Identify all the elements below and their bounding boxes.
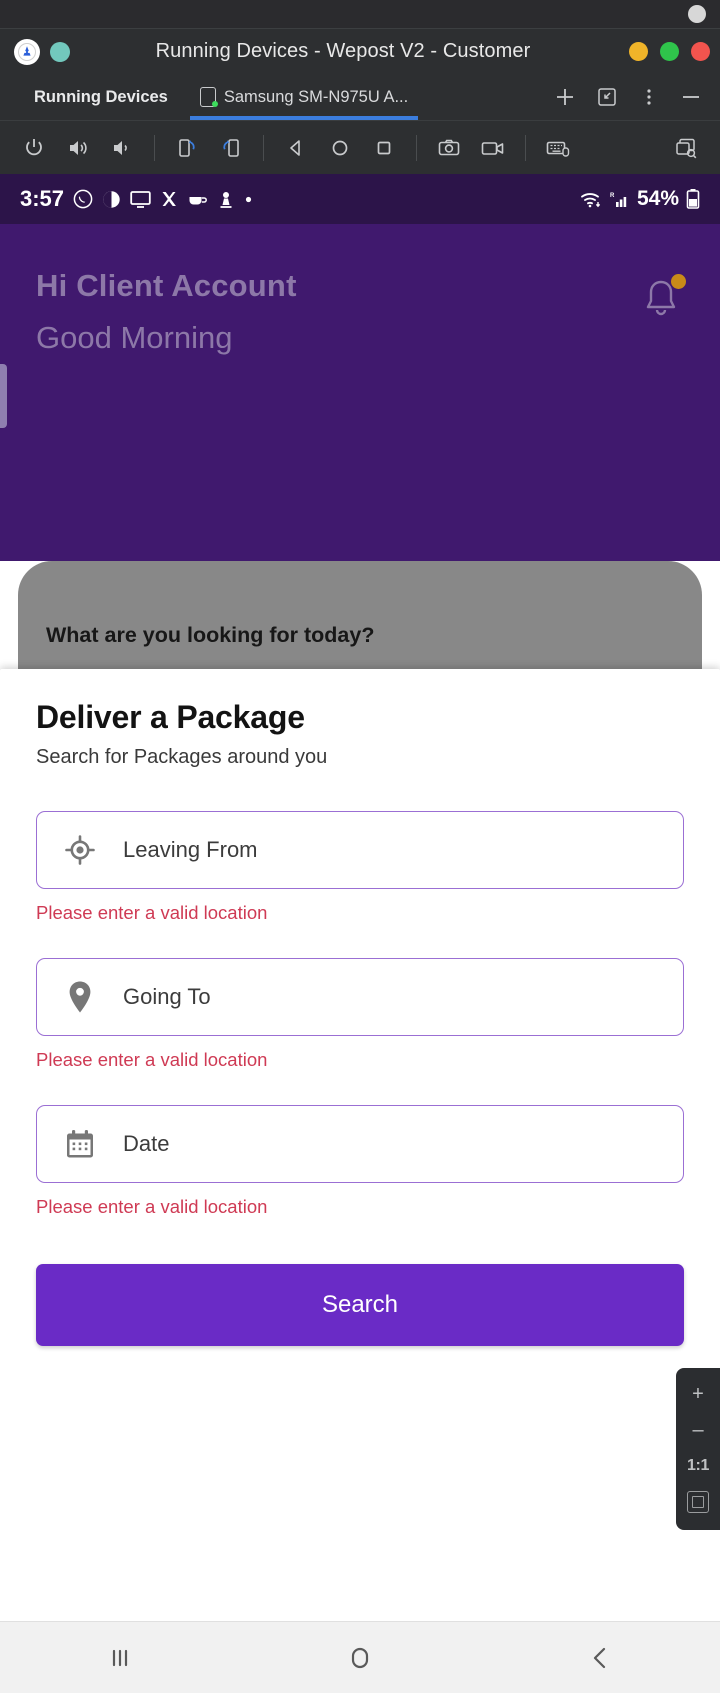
greeting-title: Hi Client Account — [36, 268, 297, 303]
date-field[interactable]: Date — [36, 1105, 684, 1183]
going-to-field[interactable]: Going To — [36, 958, 684, 1036]
toolbar-divider — [416, 134, 417, 161]
zoom-fit-button[interactable] — [676, 1484, 720, 1520]
zoom-in-button[interactable]: + — [676, 1376, 720, 1412]
date-placeholder: Date — [123, 1131, 170, 1156]
leaving-from-placeholder: Leaving From — [123, 837, 258, 862]
tab-running-devices[interactable]: Running Devices — [18, 74, 184, 120]
square-overview-icon[interactable] — [364, 128, 404, 168]
device-zoom-controls: + – 1:1 — [676, 1368, 720, 1530]
microscope-icon — [217, 190, 235, 209]
new-tab-button[interactable] — [554, 86, 576, 108]
video-camera-icon[interactable] — [473, 128, 513, 168]
close-button[interactable] — [691, 42, 710, 61]
desktop-indicator-dot — [688, 5, 706, 23]
app-root: Running Devices - Wepost V2 - Customer R… — [0, 0, 720, 1693]
window-titlebar: Running Devices - Wepost V2 - Customer — [0, 28, 720, 74]
more-options-button[interactable] — [638, 86, 660, 108]
fit-screen-icon — [687, 1491, 709, 1513]
notification-badge-dot — [671, 274, 686, 289]
going-to-placeholder: Going To — [123, 984, 211, 1009]
date-error: Please enter a valid location — [36, 1196, 268, 1217]
bell-icon[interactable] — [638, 274, 686, 331]
nav-home-button[interactable] — [240, 1642, 480, 1674]
status-teal-dot — [50, 41, 70, 62]
window-title: Running Devices - Wepost V2 - Customer — [155, 40, 531, 62]
phone-icon — [199, 87, 218, 107]
camera-icon[interactable] — [429, 128, 469, 168]
calendar-icon — [63, 1127, 97, 1161]
statusbar-clock: 3:57 — [20, 186, 65, 211]
power-icon[interactable] — [14, 128, 54, 168]
android-statusbar: 3:57 R 54% — [0, 174, 720, 224]
x-twitter-icon — [160, 190, 178, 208]
device-screen: 3:57 R 54% Hi Client Account Good Mornin… — [0, 174, 720, 1693]
svg-text:R: R — [610, 193, 615, 199]
zoom-actual-size-button[interactable]: 1:1 — [676, 1448, 720, 1484]
statusbar-left: 3:57 — [20, 186, 253, 212]
volume-down-icon[interactable] — [102, 128, 142, 168]
desktop-strip — [0, 0, 720, 28]
date-group: Date Please enter a valid location — [36, 1105, 684, 1218]
whatsapp-icon — [73, 189, 93, 209]
leaving-from-group: Leaving From Please enter a valid locati… — [36, 811, 684, 924]
triangle-back-icon[interactable] — [276, 128, 316, 168]
rotate-right-icon[interactable] — [211, 128, 251, 168]
statusbar-right: R 54% — [580, 187, 700, 211]
zoom-out-button[interactable]: – — [676, 1412, 720, 1448]
minimize-button[interactable] — [629, 42, 648, 61]
tab-running-devices-label: Running Devices — [34, 87, 168, 106]
going-to-error: Please enter a valid location — [36, 1049, 268, 1070]
sheet-title: Deliver a Package — [36, 699, 305, 735]
leaving-from-field[interactable]: Leaving From — [36, 811, 684, 889]
dock-window-button[interactable] — [596, 86, 618, 108]
wifi-icon — [580, 190, 603, 209]
tab-device-samsung[interactable]: Samsung SM-N975U A... — [184, 74, 424, 120]
leaving-from-error: Please enter a valid location — [36, 902, 268, 923]
coffee-icon — [187, 190, 208, 208]
maximize-button[interactable] — [660, 42, 679, 61]
device-toolbar — [0, 120, 720, 174]
body-prompt: What are you looking for today? — [46, 623, 375, 647]
minimize-tool-window-button[interactable] — [680, 86, 702, 108]
rotate-left-icon[interactable] — [167, 128, 207, 168]
toolbar-divider — [525, 134, 526, 161]
toolbar-divider — [154, 134, 155, 161]
app-header: Hi Client Account Good Morning — [0, 224, 720, 561]
battery-percent: 54% — [636, 187, 679, 210]
window-search-icon[interactable] — [666, 128, 706, 168]
tab-bar-actions — [554, 86, 720, 108]
keyboard-mouse-icon[interactable] — [538, 128, 578, 168]
battery-icon — [686, 188, 700, 210]
deliver-package-sheet: Deliver a Package Search for Packages ar… — [0, 669, 720, 1621]
tab-device-label: Samsung SM-N975U A... — [223, 87, 409, 106]
circle-home-icon[interactable] — [320, 128, 360, 168]
nav-recents-button[interactable] — [0, 1643, 240, 1673]
map-pin-icon — [63, 980, 97, 1014]
volume-up-icon[interactable] — [58, 128, 98, 168]
toolbar-divider — [263, 134, 264, 161]
sheet-subtitle: Search for Packages around you — [36, 746, 328, 768]
dot-icon — [244, 195, 253, 204]
greeting-subtitle: Good Morning — [36, 320, 233, 355]
android-navbar — [0, 1621, 720, 1693]
monitor-icon — [130, 190, 151, 209]
window-controls — [629, 42, 710, 61]
gps-target-icon — [63, 833, 97, 867]
android-studio-icon — [14, 38, 40, 65]
tab-bar: Running Devices Samsung SM-N975U A... — [0, 74, 720, 120]
going-to-group: Going To Please enter a valid location — [36, 958, 684, 1071]
cellular-signal-icon: R — [610, 190, 630, 209]
contrast-icon — [102, 190, 121, 209]
search-button[interactable]: Search — [36, 1264, 684, 1346]
edge-panel-handle[interactable] — [0, 364, 7, 428]
nav-back-button[interactable] — [480, 1643, 720, 1673]
